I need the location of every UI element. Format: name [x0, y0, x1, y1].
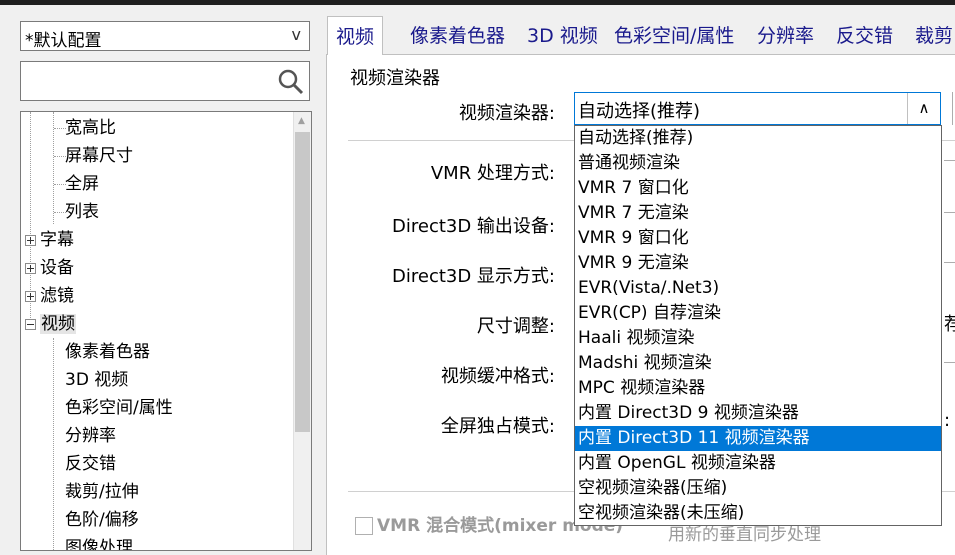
tab-crop[interactable]: 裁剪 [915, 18, 953, 53]
tree-item-label: 宽高比 [65, 118, 116, 138]
expand-plus-icon[interactable] [25, 234, 36, 246]
chevron-up-icon[interactable]: ∧ [907, 93, 940, 124]
expand-plus-icon[interactable] [25, 262, 36, 274]
checkbox-box[interactable] [355, 517, 373, 535]
search-icon[interactable] [277, 68, 305, 96]
tree-item-image-processing[interactable]: 图像处理 [65, 534, 133, 551]
clipped-text: : [944, 410, 951, 431]
tree-item-label: 色彩空间/属性 [65, 398, 173, 418]
tree-guide-line [53, 338, 54, 550]
tree-item-fullscreen[interactable]: 全屏 [65, 170, 99, 198]
adjacent-control-edge [944, 362, 955, 363]
tree-item-label: 列表 [65, 202, 99, 222]
tree-item-pixel-shaders[interactable]: 像素着色器 [65, 338, 150, 366]
tree-item-video[interactable]: 视频 [25, 310, 76, 338]
adjacent-control-edge [944, 160, 955, 161]
tree-item-filters[interactable]: 滤镜 [25, 282, 74, 310]
tree-item-label: 色阶/偏移 [65, 510, 139, 530]
renderer-option[interactable]: Haali 视频渲染 [575, 326, 941, 351]
tree-item-label: 设备 [40, 258, 74, 278]
tab-video[interactable]: 视频 [327, 16, 384, 55]
tree-item-levels-offset[interactable]: 色阶/偏移 [65, 506, 139, 534]
chevron-down-icon: v [291, 25, 301, 44]
tree-item-list[interactable]: 列表 [65, 198, 99, 226]
tree-item-label: 滤镜 [40, 286, 74, 306]
renderer-select-value: 自动选择(推荐) [578, 101, 701, 122]
tree-item-3d-video[interactable]: 3D 视频 [65, 366, 128, 394]
renderer-option[interactable]: VMR 7 无渲染 [575, 201, 941, 226]
clipped-text: 荐 [944, 314, 955, 335]
renderer-option[interactable]: VMR 9 无渲染 [575, 251, 941, 276]
d3d-device-label: Direct3D 输出设备: [392, 216, 555, 237]
tab-deinterlace[interactable]: 反交错 [836, 18, 893, 53]
scrollbar-thumb[interactable] [295, 132, 310, 432]
tree-item-label: 全屏 [65, 174, 99, 194]
tree-item-label: 视频 [40, 314, 76, 334]
tree-item-crop-stretch[interactable]: 裁剪/拉伸 [65, 478, 139, 506]
renderer-label: 视频渲染器: [458, 103, 555, 124]
window-top-strip [0, 0, 955, 5]
tab-pixel-shaders[interactable]: 像素着色器 [410, 18, 505, 53]
tree-item-resolution[interactable]: 分辨率 [65, 422, 116, 450]
preset-select-value: *默认配置 [25, 31, 102, 51]
tab-resolution[interactable]: 分辨率 [757, 18, 814, 53]
tree-item-label: 裁剪/拉伸 [65, 482, 139, 502]
tree-item-label: 图像处理 [65, 538, 133, 551]
tab-bar: 视频 像素着色器 3D 视频 色彩空间/属性 分辨率 反交错 裁剪 [326, 16, 955, 55]
renderer-option[interactable]: 普通视频渲染 [575, 151, 941, 176]
renderer-option[interactable]: MPC 视频渲染器 [575, 376, 941, 401]
tree-item-devices[interactable]: 设备 [25, 254, 74, 282]
tab-3d-video[interactable]: 3D 视频 [527, 18, 598, 53]
collapse-minus-icon[interactable] [25, 318, 36, 330]
renderer-option[interactable]: 内置 OpenGL 视频渲染器 [575, 451, 941, 476]
renderer-option[interactable]: 内置 Direct3D 11 视频渲染器 [575, 426, 941, 451]
buffer-format-label: 视频缓冲格式: [440, 366, 555, 387]
renderer-option[interactable]: 内置 Direct3D 9 视频渲染器 [575, 401, 941, 426]
group-title: 视频渲染器 [350, 68, 440, 89]
tree-item-screen-size[interactable]: 屏幕尺寸 [65, 142, 133, 170]
renderer-option[interactable]: 空视频渲染器(压缩) [575, 476, 941, 501]
vmr-mode-label: VMR 处理方式: [430, 163, 555, 184]
tree-item-deinterlace[interactable]: 反交错 [65, 450, 116, 478]
resize-label: 尺寸调整: [476, 316, 555, 337]
search-input[interactable] [23, 64, 277, 98]
tree-item-subtitles[interactable]: 字幕 [25, 226, 74, 254]
adjacent-control-edge [944, 212, 955, 213]
scroll-up-arrow-icon[interactable]: ▲ [298, 116, 305, 126]
tree-item-label: 分辨率 [65, 426, 116, 446]
renderer-option[interactable]: VMR 9 窗口化 [575, 226, 941, 251]
search-box[interactable] [20, 61, 310, 101]
preset-select[interactable]: *默认配置 v [20, 21, 310, 51]
exclusive-mode-label: 全屏独占模式: [440, 416, 555, 437]
renderer-option[interactable]: 自动选择(推荐) [575, 126, 941, 151]
tree-item-label: 反交错 [65, 454, 116, 474]
tree-item-label: 3D 视频 [65, 370, 129, 390]
adjacent-control-edge [944, 262, 955, 263]
renderer-option[interactable]: 空视频渲染器(未压缩) [575, 501, 941, 525]
tree-item-aspect-ratio[interactable]: 宽高比 [65, 114, 116, 142]
renderer-option[interactable]: Madshi 视频渲染 [575, 351, 941, 376]
tree-scrollbar[interactable]: ▲ [293, 112, 311, 550]
renderer-option[interactable]: VMR 7 窗口化 [575, 176, 941, 201]
d3d-display-label: Direct3D 显示方式: [392, 266, 555, 287]
tree-item-color-space[interactable]: 色彩空间/属性 [65, 394, 173, 422]
renderer-dropdown-list[interactable]: 自动选择(推荐) 普通视频渲染 VMR 7 窗口化 VMR 7 无渲染 VMR 9 窗口… [574, 125, 942, 526]
renderer-option[interactable]: EVR(CP) 自荐渲染 [575, 301, 941, 326]
renderer-select[interactable]: 自动选择(推荐) ∧ [574, 92, 941, 125]
renderer-option[interactable]: EVR(Vista/.Net3) [575, 276, 941, 301]
expand-plus-icon[interactable] [25, 290, 36, 302]
tab-color-space[interactable]: 色彩空间/属性 [614, 18, 734, 53]
settings-tree[interactable]: 宽高比 屏幕尺寸 全屏 列表 字幕 设备 滤镜 视频 像素着色器 3D 视频 色… [20, 111, 312, 551]
tree-item-label: 像素着色器 [65, 342, 150, 362]
tree-item-label: 字幕 [40, 230, 74, 250]
tree-item-label: 屏幕尺寸 [65, 146, 133, 166]
